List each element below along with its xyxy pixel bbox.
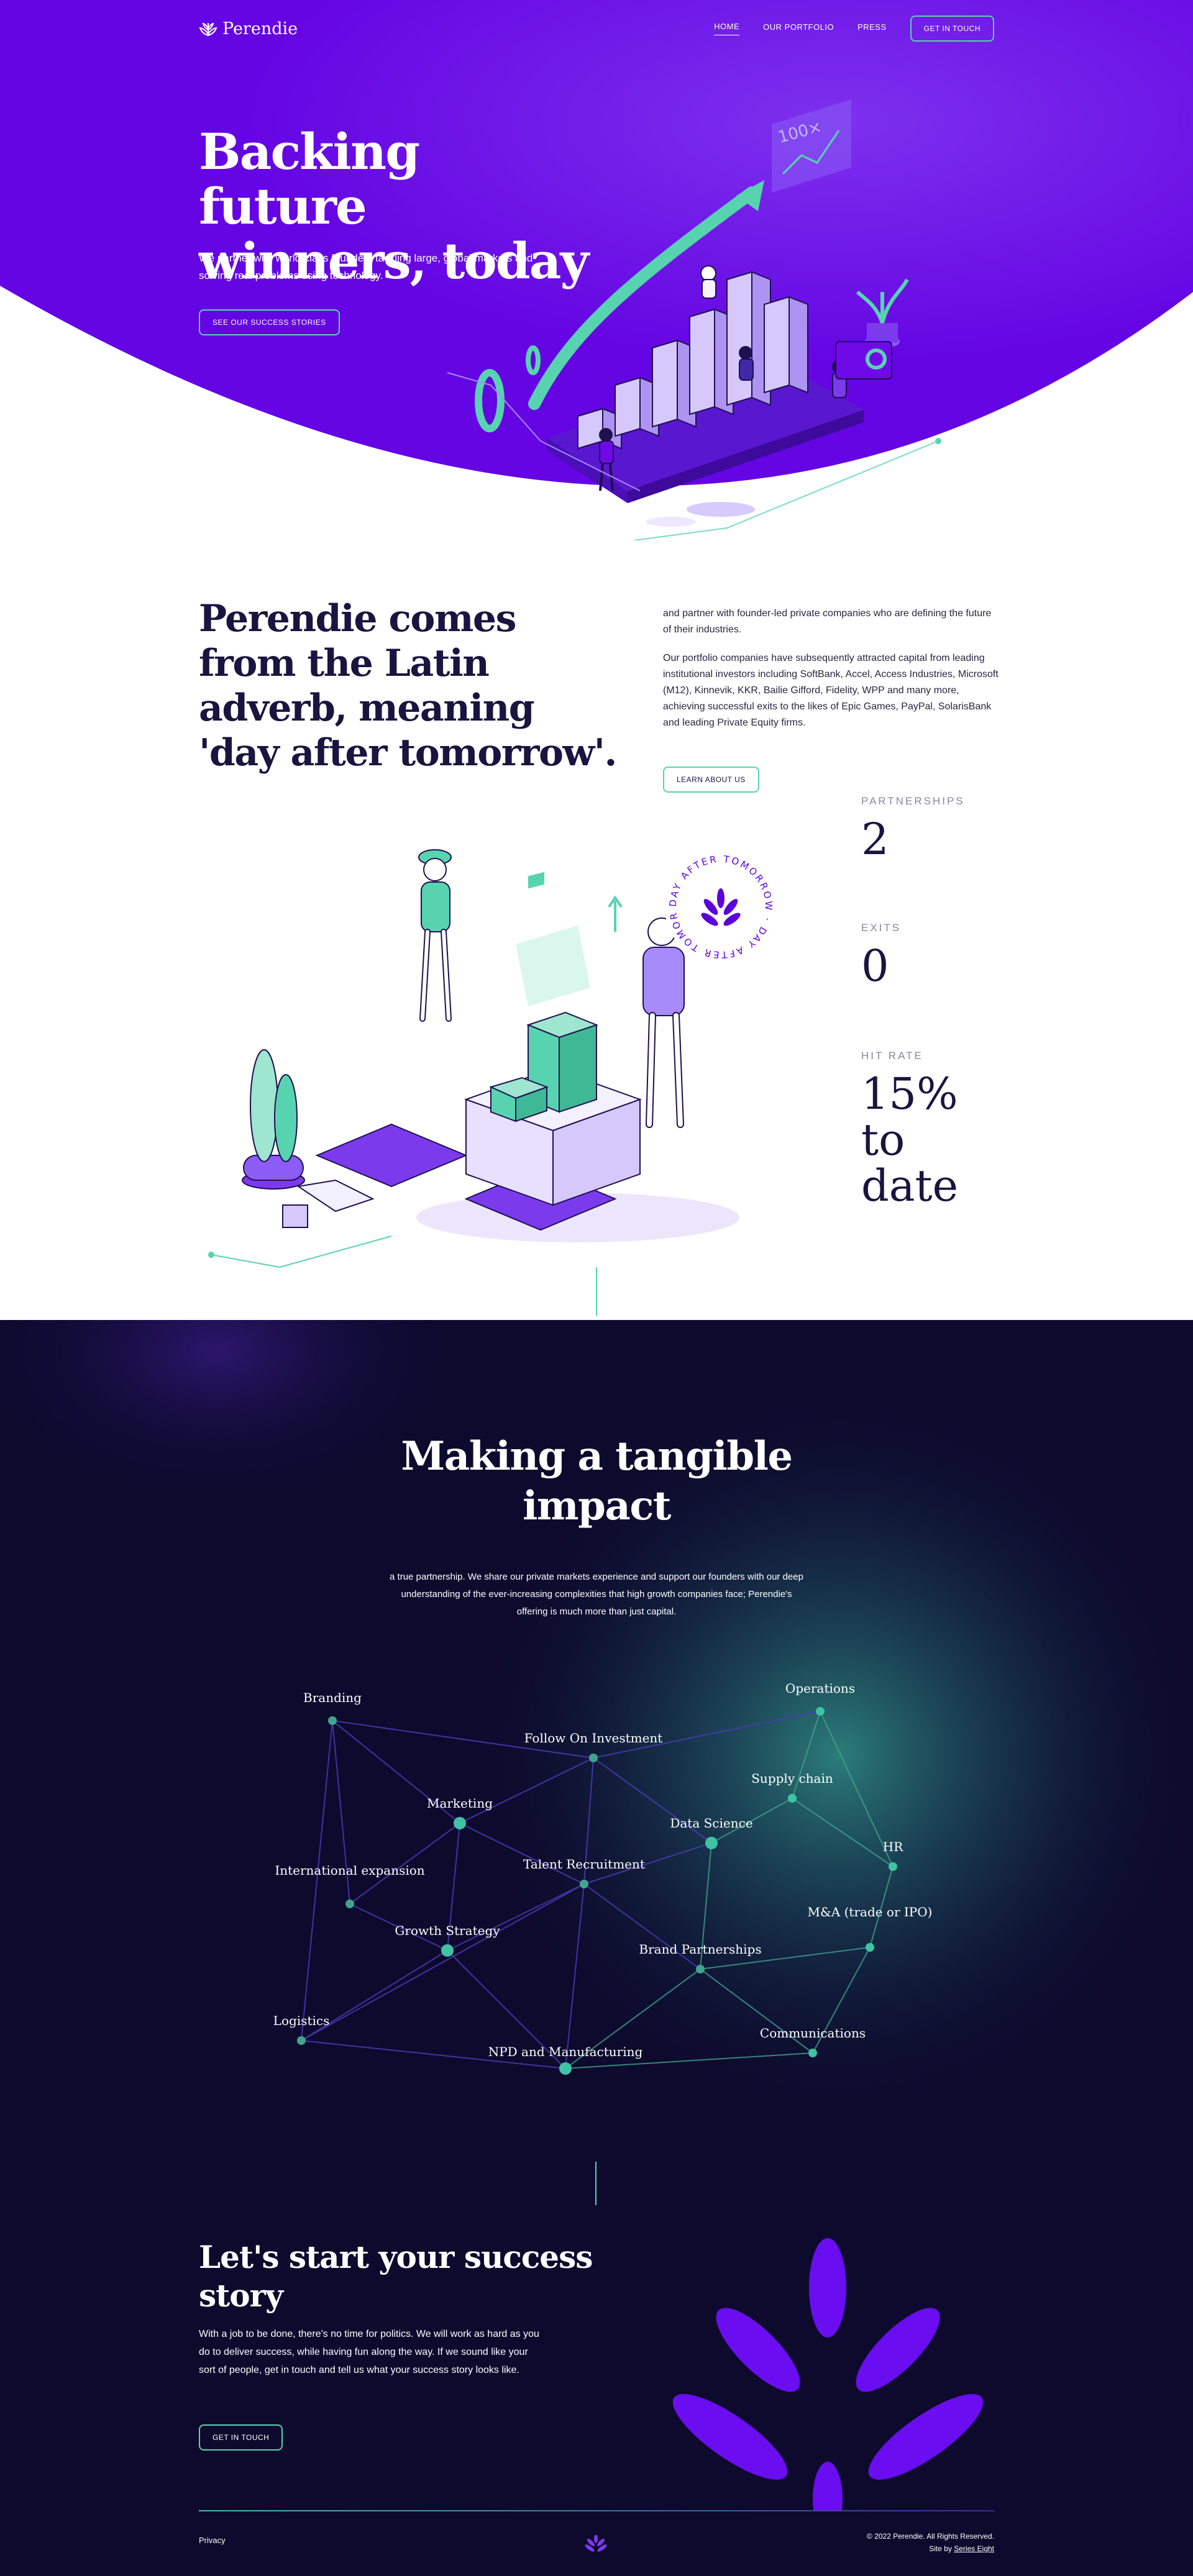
- nav-link-portfolio[interactable]: OUR PORTFOLIO: [763, 22, 834, 35]
- network-nodes: [297, 1707, 897, 2075]
- leaf-logo-icon: [199, 22, 217, 36]
- brand-logo[interactable]: Perendie: [199, 19, 298, 39]
- cactus-plant-icon: [242, 1049, 308, 1228]
- cta-get-in-touch-button[interactable]: GET IN TOUCH: [199, 2424, 283, 2451]
- nav-links: HOME OUR PORTFOLIO PRESS GET IN TOUCH: [714, 16, 994, 42]
- node-label: Data Science: [670, 1816, 752, 1831]
- cta-body: With a job to be done, there's no time f…: [199, 2329, 539, 2375]
- node-data-science: [705, 1837, 718, 1849]
- nav-get-in-touch-button[interactable]: GET IN TOUCH: [910, 16, 994, 42]
- node-supply-chain: [788, 1794, 797, 1803]
- node-label: M&A (trade or IPO): [808, 1905, 933, 1919]
- nav-link-home[interactable]: HOME: [714, 22, 740, 35]
- credit-prefix: Site by: [929, 2544, 952, 2553]
- about-title: Perendie comes from the Latin adverb, me…: [199, 597, 617, 775]
- about-text: and partner with founder-led private com…: [663, 606, 999, 731]
- stat-value: 15% to date: [861, 1068, 959, 1211]
- node-follow-on-investment: [589, 1754, 598, 1762]
- stat-label: PARTNERSHIPS: [861, 795, 965, 807]
- node-marketing: [454, 1817, 466, 1829]
- node-label: Growth Strategy: [395, 1923, 500, 1938]
- node-label: Logistics: [273, 2013, 330, 2028]
- see-success-stories-button[interactable]: SEE OUR SUCCESS STORIES: [199, 309, 340, 335]
- node-label: HR: [883, 1839, 903, 1854]
- node-international-expansion: [345, 1900, 354, 1908]
- brand-name: Perendie: [222, 19, 298, 39]
- series-eight-link[interactable]: Series Eight: [954, 2544, 994, 2553]
- stat-exits: EXITS 0: [861, 922, 901, 989]
- node-label: International expansion: [275, 1863, 424, 1878]
- nav-link-press[interactable]: PRESS: [857, 22, 887, 35]
- stat-label: EXITS: [861, 922, 902, 934]
- impact-section: Making a tangible impact a true partners…: [0, 1320, 1193, 2576]
- stat-partnerships: PARTNERSHIPS 2: [861, 795, 965, 862]
- hero-section: Perendie HOME OUR PORTFOLIO PRESS GET IN…: [0, 0, 1193, 559]
- plant-icon: [835, 278, 909, 380]
- node-npd: [559, 2062, 572, 2075]
- node-label: Marketing: [427, 1796, 493, 1811]
- about-paragraph-1: and partner with founder-led private com…: [663, 608, 992, 635]
- about-paragraph-2: Our portfolio companies have subsequentl…: [663, 653, 999, 728]
- node-label: Supply chain: [751, 1771, 833, 1786]
- decor-rings-icon: [475, 345, 541, 432]
- node-talent-recruitment: [580, 1880, 588, 1888]
- node-label: Branding: [303, 1690, 362, 1705]
- learn-about-us-button[interactable]: LEARN ABOUT US: [663, 767, 759, 793]
- node-logistics: [297, 2036, 306, 2045]
- node-label: Operations: [785, 1681, 855, 1696]
- hero-title-line1: Backing future: [199, 122, 420, 235]
- man-figure-icon: [642, 917, 685, 1128]
- cta-title: Let's start your success story: [199, 2239, 593, 2314]
- day-after-tomorrow-badge: DAY AFTER TOMORROW · DAY AFTER TOMORROW …: [205, 832, 777, 963]
- services-network-graph: Branding Follow On Investment Operations…: [273, 1681, 933, 2205]
- top-nav: Perendie HOME OUR PORTFOLIO PRESS GET IN…: [199, 14, 994, 43]
- stat-hit-rate: HIT RATE 15% to date: [861, 1050, 1010, 1209]
- node-label: Follow On Investment: [524, 1731, 663, 1745]
- node-hr: [889, 1862, 897, 1871]
- hero-growth-illustration: 100×: [447, 99, 941, 540]
- privacy-link[interactable]: Privacy: [199, 2536, 226, 2545]
- section-connector-line: [596, 1271, 597, 1316]
- copyright-text: © 2022 Perendie. All Rights Reserved.: [867, 2532, 994, 2541]
- node-operations: [816, 1707, 825, 1716]
- site-credit: Site by Series Eight: [808, 2542, 994, 2555]
- large-leaf-icon: [672, 2238, 984, 2511]
- footer-legal: © 2022 Perendie. All Rights Reserved. Si…: [808, 2530, 994, 2555]
- stat-value: 2: [861, 814, 889, 865]
- node-label: Communications: [760, 2026, 866, 2041]
- node-label: NPD and Manufacturing: [488, 2044, 643, 2059]
- node-communications: [808, 2049, 817, 2057]
- woman-figure-icon: [418, 849, 452, 1022]
- footer-leaf-logo-icon[interactable]: [585, 2535, 607, 2554]
- node-branding: [328, 1716, 337, 1725]
- node-label: Brand Partnerships: [639, 1942, 761, 1957]
- team-collaboration-illustration: DAY AFTER TOMORROW · DAY AFTER TOMORROW …: [205, 832, 777, 1280]
- node-ma: [866, 1943, 874, 1952]
- node-label: Talent Recruitment: [523, 1857, 645, 1872]
- chart-card-icon: 100×: [772, 99, 851, 193]
- stat-value: 0: [861, 940, 889, 991]
- node-growth-strategy: [441, 1944, 454, 1957]
- node-brand-partnerships: [696, 1965, 705, 1973]
- stat-label: HIT RATE: [861, 1050, 923, 1062]
- footer-divider: [199, 2510, 994, 2511]
